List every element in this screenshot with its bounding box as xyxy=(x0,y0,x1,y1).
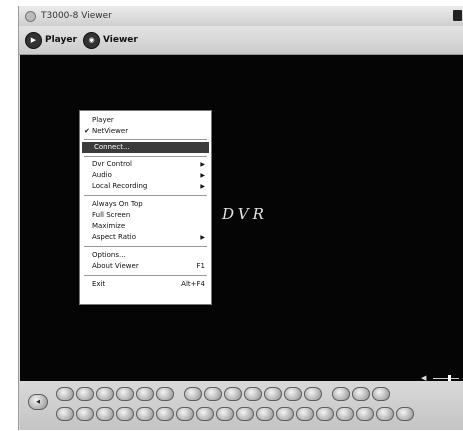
channel-button-2[interactable] xyxy=(76,407,94,421)
menu-item-connect[interactable]: Connect... xyxy=(82,142,209,153)
ctrl-button-8[interactable] xyxy=(204,387,222,401)
menu-item-exit[interactable]: Exit Alt+F4 xyxy=(80,279,211,290)
channel-button-1[interactable] xyxy=(56,407,74,421)
submenu-arrow-icon: ▶ xyxy=(200,234,205,241)
menu-item-full-screen[interactable]: Full Screen xyxy=(80,210,211,221)
menu-item-aspect-ratio[interactable]: Aspect Ratio ▶ xyxy=(80,232,211,243)
channel-button-10[interactable] xyxy=(236,407,254,421)
viewer-button[interactable]: ◉ Viewer xyxy=(83,31,138,49)
context-menu: Player ✔ NetViewer Connect... Dvr Contro… xyxy=(79,110,212,305)
volume-slider-track[interactable] xyxy=(433,378,459,379)
ctrl-button-7[interactable] xyxy=(184,387,202,401)
shortcut-label: Alt+F4 xyxy=(181,280,205,288)
ctrl-button-3[interactable] xyxy=(96,387,114,401)
ctrl-button-14[interactable] xyxy=(332,387,350,401)
ctrl-button-9[interactable] xyxy=(224,387,242,401)
channel-button-13[interactable] xyxy=(296,407,314,421)
menu-item-local-recording[interactable]: Local Recording ▶ xyxy=(80,181,211,192)
menu-separator xyxy=(84,156,207,157)
app-icon xyxy=(25,11,36,22)
channel-button-17[interactable] xyxy=(376,407,394,421)
channel-button-14[interactable] xyxy=(316,407,334,421)
player-button-label: Player xyxy=(45,35,77,45)
top-toolbar: ▶ Player ◉ Viewer xyxy=(19,26,463,55)
checkmark-icon: ✔ xyxy=(84,127,90,135)
viewer-window: T3000-8 Viewer ▶ Player ◉ Viewer DVR Pla… xyxy=(18,6,463,430)
title-bar[interactable]: T3000-8 Viewer xyxy=(19,6,463,26)
menu-item-options[interactable]: Options... xyxy=(80,250,211,261)
channel-button-6[interactable] xyxy=(156,407,174,421)
player-button[interactable]: ▶ Player xyxy=(25,31,77,49)
menu-separator xyxy=(84,246,207,247)
channel-button-8[interactable] xyxy=(196,407,214,421)
ctrl-button-15[interactable] xyxy=(352,387,370,401)
dvr-logo-text: DVR xyxy=(222,205,268,223)
submenu-arrow-icon: ▶ xyxy=(200,183,205,190)
shortcut-label: F1 xyxy=(196,262,205,270)
menu-separator xyxy=(84,195,207,196)
submenu-arrow-icon: ▶ xyxy=(200,172,205,179)
main-control-button[interactable]: ◀ xyxy=(28,394,48,410)
channel-button-16[interactable] xyxy=(356,407,374,421)
viewer-button-label: Viewer xyxy=(103,35,138,45)
channel-button-9[interactable] xyxy=(216,407,234,421)
menu-item-always-on-top[interactable]: Always On Top xyxy=(80,199,211,210)
window-control-button[interactable] xyxy=(453,10,462,21)
menu-item-netviewer[interactable]: ✔ NetViewer xyxy=(80,126,211,137)
window-title: T3000-8 Viewer xyxy=(41,11,112,21)
channel-button-3[interactable] xyxy=(96,407,114,421)
ctrl-button-11[interactable] xyxy=(264,387,282,401)
ctrl-button-12[interactable] xyxy=(284,387,302,401)
menu-item-player[interactable]: Player xyxy=(80,115,211,126)
ctrl-button-4[interactable] xyxy=(116,387,134,401)
menu-separator xyxy=(84,275,207,276)
video-display[interactable]: DVR Player ✔ NetViewer Connect... Dvr Co… xyxy=(20,55,463,425)
channel-button-11[interactable] xyxy=(256,407,274,421)
control-panel: ◀ xyxy=(20,381,463,430)
menu-item-dvr-control[interactable]: Dvr Control ▶ xyxy=(80,159,211,170)
channel-button-4[interactable] xyxy=(116,407,134,421)
ctrl-button-10[interactable] xyxy=(244,387,262,401)
menu-item-about-viewer[interactable]: About Viewer F1 xyxy=(80,261,211,272)
channel-button-15[interactable] xyxy=(336,407,354,421)
menu-separator xyxy=(84,139,207,140)
play-icon: ▶ xyxy=(25,31,42,49)
menu-item-audio[interactable]: Audio ▶ xyxy=(80,170,211,181)
ctrl-button-1[interactable] xyxy=(56,387,74,401)
ctrl-button-5[interactable] xyxy=(136,387,154,401)
submenu-arrow-icon: ▶ xyxy=(200,161,205,168)
ctrl-button-2[interactable] xyxy=(76,387,94,401)
ctrl-button-13[interactable] xyxy=(304,387,322,401)
ctrl-button-16[interactable] xyxy=(372,387,390,401)
channel-button-5[interactable] xyxy=(136,407,154,421)
channel-button-12[interactable] xyxy=(276,407,294,421)
ctrl-button-6[interactable] xyxy=(156,387,174,401)
menu-item-maximize[interactable]: Maximize xyxy=(80,221,211,232)
channel-button-7[interactable] xyxy=(176,407,194,421)
eye-icon: ◉ xyxy=(83,31,100,49)
channel-button-18[interactable] xyxy=(396,407,414,421)
